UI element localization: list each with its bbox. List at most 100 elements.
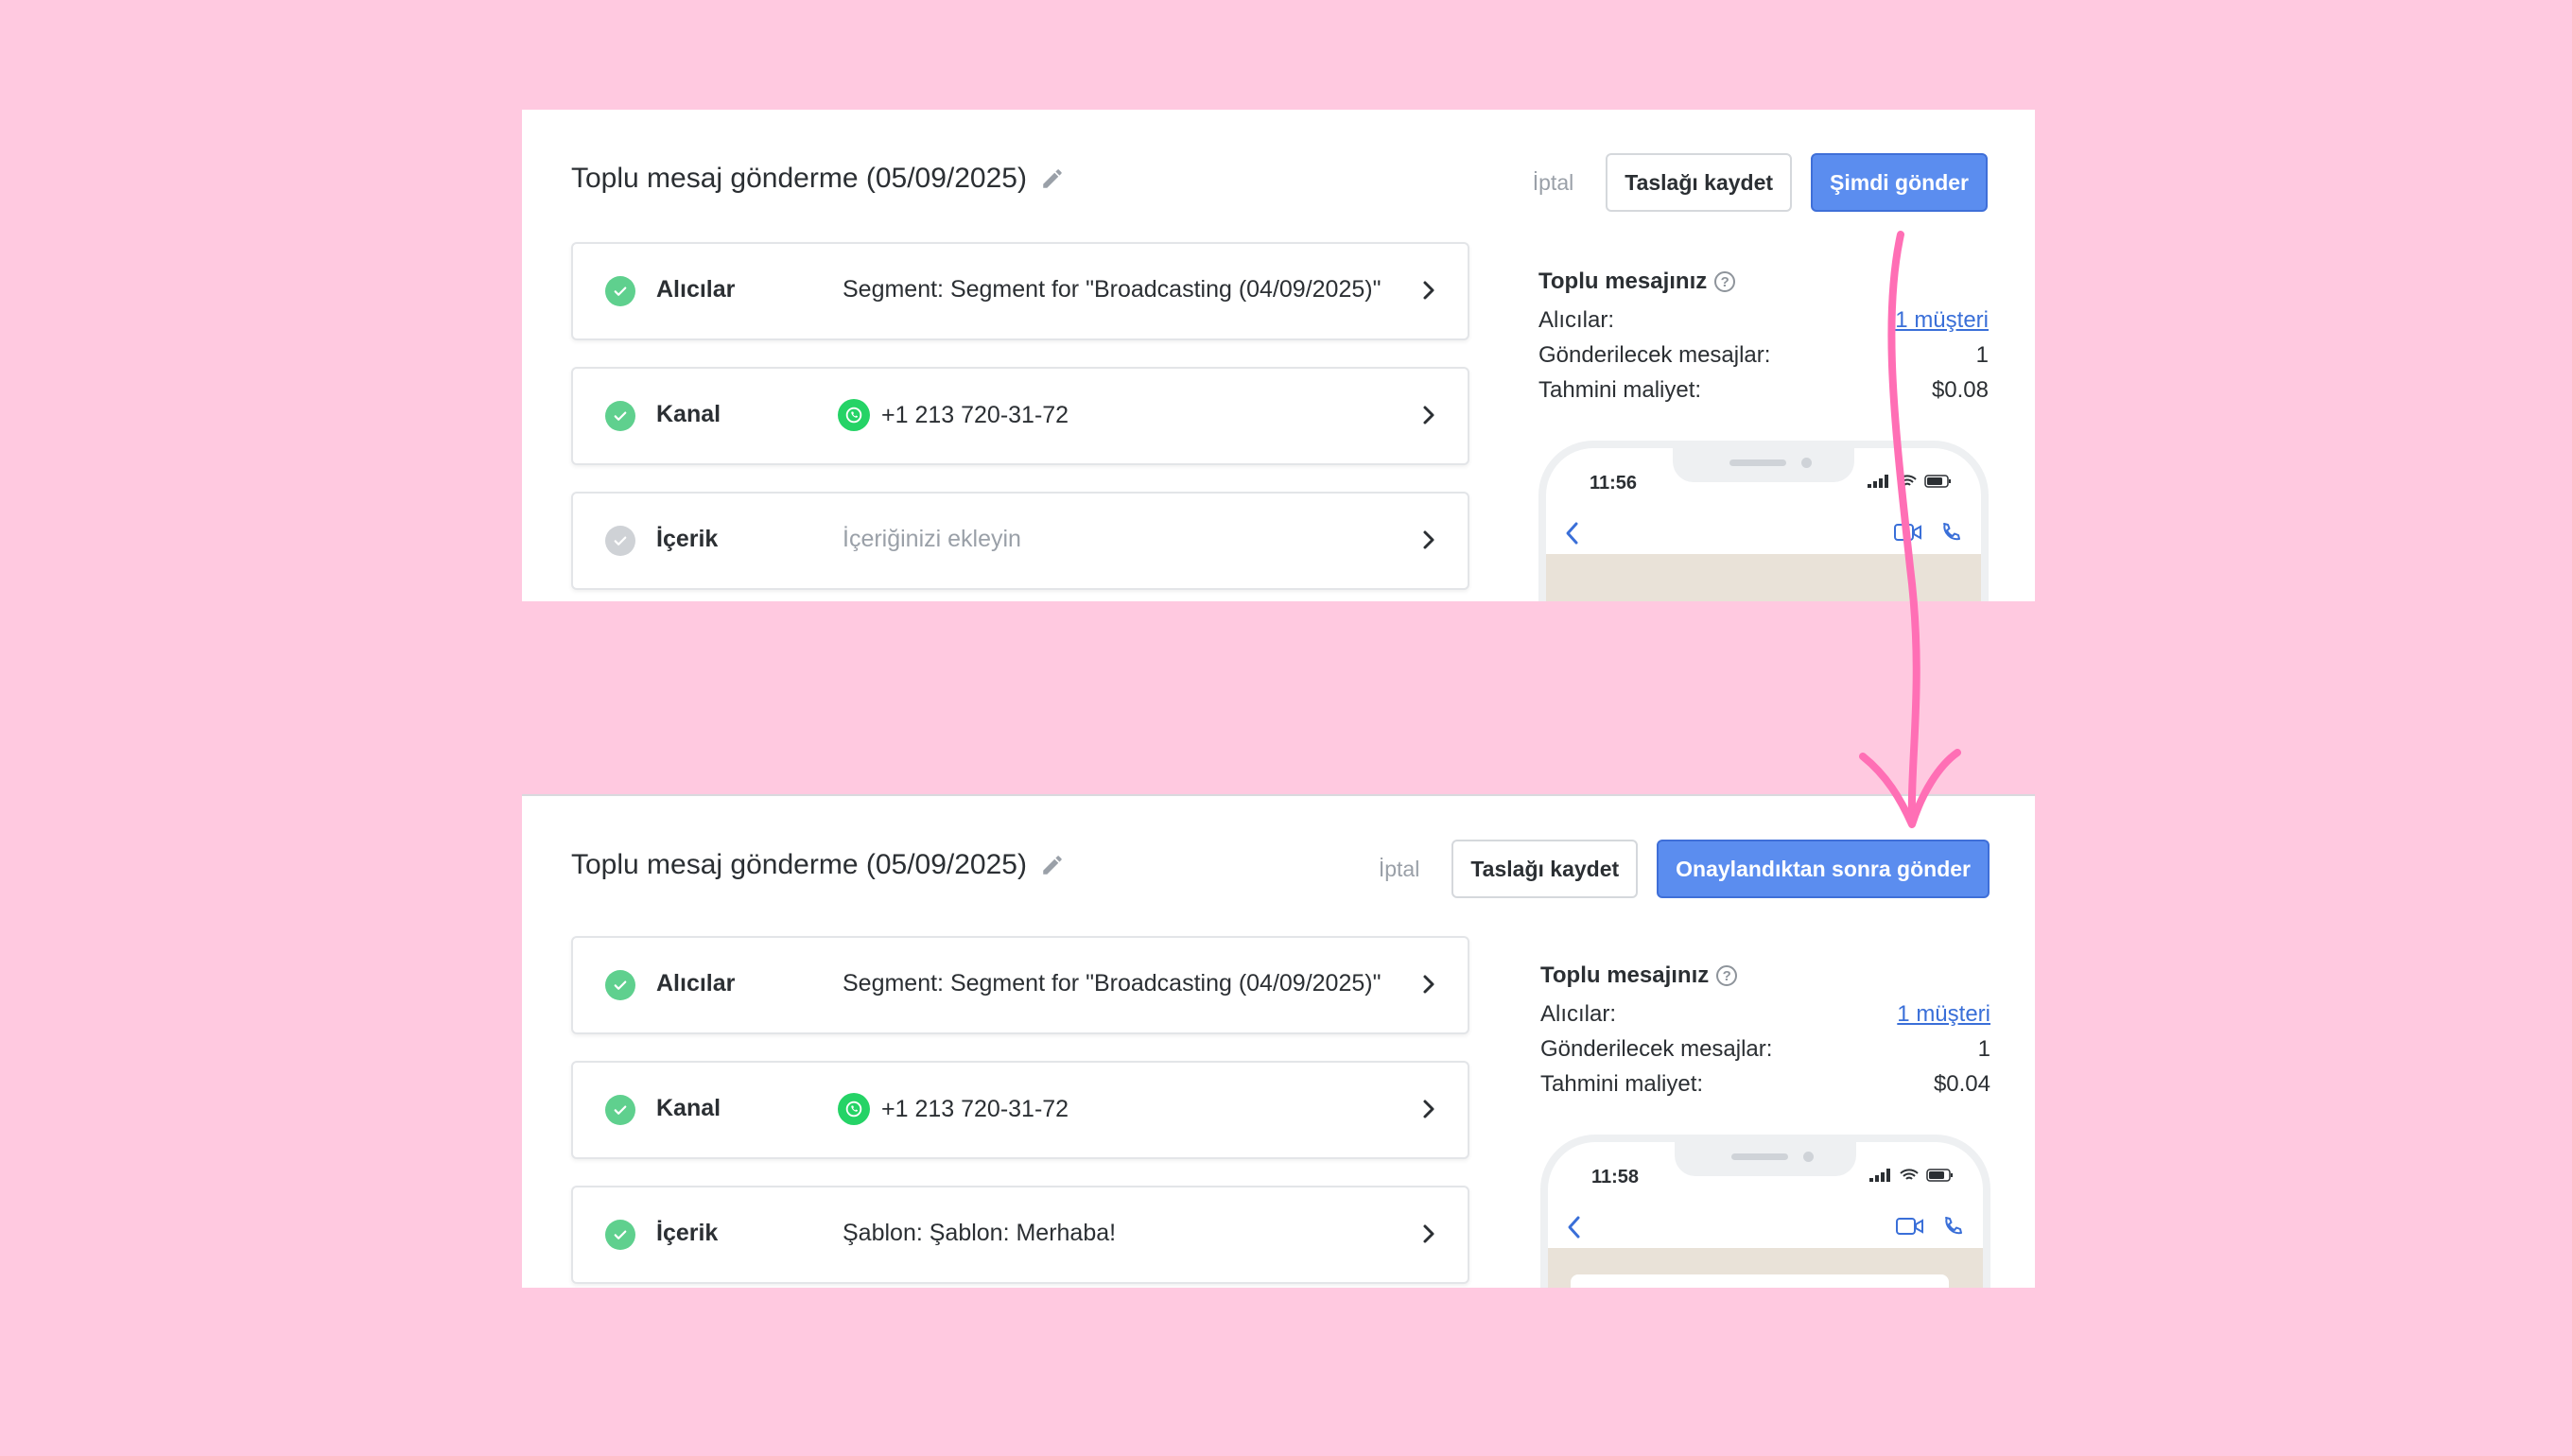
phone-time: 11:58 — [1591, 1167, 1640, 1187]
page-title-text: Toplu mesaj gönderme (05/09/2025) — [571, 849, 1027, 880]
summary-row-cost: Tahmini maliyet: $0.08 — [1538, 373, 1989, 407]
step-content[interactable]: İçerik İçeriğinizi ekleyin — [571, 492, 1469, 590]
signal-icon — [1868, 475, 1888, 488]
page-title-text: Toplu mesaj gönderme (05/09/2025) — [571, 163, 1027, 194]
broadcast-summary: Toplu mesajınız ? Alıcılar: 1 müşteri Gö… — [1540, 962, 1990, 1101]
summary-label: Alıcılar: — [1540, 1001, 1617, 1027]
step-value-text: +1 213 720-31-72 — [881, 401, 1069, 428]
step-content[interactable]: İçerik Şablon: Şablon: Merhaba! — [571, 1186, 1469, 1284]
broadcast-summary: Toplu mesajınız ? Alıcılar: 1 müşteri Gö… — [1538, 269, 1989, 407]
summary-row-recipients: Alıcılar: 1 müşteri — [1540, 997, 1990, 1031]
summary-title: Toplu mesajınız ? — [1538, 269, 1989, 295]
step-channel[interactable]: Kanal +1 213 720-31-72 — [571, 1061, 1469, 1159]
header-actions: İptal Taslağı kaydet Onaylandıktan sonra… — [1365, 840, 1990, 898]
help-icon[interactable]: ? — [1716, 965, 1738, 986]
help-icon[interactable]: ? — [1714, 271, 1736, 292]
phone-status-icons — [1869, 1169, 1955, 1182]
step-channel[interactable]: Kanal +1 213 720-31-72 — [571, 367, 1469, 465]
chevron-right-icon — [1423, 406, 1434, 425]
back-icon[interactable] — [1565, 1214, 1584, 1240]
step-value: Şablon: Şablon: Merhaba! — [843, 1220, 1116, 1247]
step-value: +1 213 720-31-72 — [838, 1093, 1069, 1125]
back-icon[interactable] — [1563, 520, 1582, 546]
summary-label: Tahmini maliyet: — [1538, 377, 1702, 403]
summary-row-messages: Gönderilecek mesajlar: 1 — [1540, 1031, 1990, 1066]
step-label: Kanal — [656, 1095, 721, 1121]
save-draft-button[interactable]: Taslağı kaydet — [1451, 840, 1639, 898]
summary-title-text: Toplu mesajınız — [1540, 962, 1710, 988]
chat-background — [1546, 554, 1981, 601]
wifi-icon — [1898, 475, 1917, 486]
recipients-link[interactable]: 1 müşteri — [1895, 303, 1989, 338]
summary-label: Tahmini maliyet: — [1540, 1071, 1704, 1097]
pencil-icon[interactable] — [1040, 166, 1065, 191]
battery-icon — [1924, 475, 1951, 488]
phone-notch — [1673, 448, 1854, 482]
battery-icon — [1926, 1169, 1953, 1182]
chevron-right-icon — [1423, 1100, 1434, 1118]
step-value-text: İçeriğinizi ekleyin — [843, 526, 1021, 552]
summary-row-cost: Tahmini maliyet: $0.04 — [1540, 1066, 1990, 1101]
summary-label: Gönderilecek mesajlar: — [1538, 342, 1771, 368]
summary-row-recipients: Alıcılar: 1 müşteri — [1538, 303, 1989, 338]
send-after-approval-button[interactable]: Onaylandıktan sonra gönder — [1657, 840, 1990, 898]
phone-time: 11:56 — [1590, 473, 1638, 494]
chevron-right-icon — [1423, 530, 1434, 549]
summary-title: Toplu mesajınız ? — [1540, 962, 1990, 989]
cancel-button[interactable]: İptal — [1365, 857, 1433, 882]
check-icon — [605, 970, 635, 1000]
video-call-icon[interactable] — [1894, 522, 1922, 543]
chat-background — [1548, 1248, 1983, 1288]
phone-call-icon[interactable] — [1941, 1215, 1964, 1238]
phone-call-icon[interactable] — [1939, 521, 1962, 544]
whatsapp-icon — [838, 399, 870, 431]
phone-preview: 11:58 — [1540, 1135, 1990, 1288]
step-value-text: Segment: Segment for "Broadcasting (04/0… — [843, 276, 1382, 303]
step-value-text: +1 213 720-31-72 — [881, 1095, 1069, 1122]
send-now-button[interactable]: Şimdi gönder — [1811, 153, 1988, 212]
phone-preview: 11:56 — [1538, 441, 1989, 601]
check-icon — [605, 1095, 635, 1125]
step-recipients[interactable]: Alıcılar Segment: Segment for "Broadcast… — [571, 936, 1469, 1034]
step-label: Kanal — [656, 401, 721, 427]
step-value: Segment: Segment for "Broadcasting (04/0… — [843, 276, 1381, 303]
wifi-icon — [1900, 1169, 1919, 1180]
check-icon — [605, 401, 635, 431]
page-title: Toplu mesaj gönderme (05/09/2025) — [571, 163, 1065, 195]
page-title: Toplu mesaj gönderme (05/09/2025) — [571, 849, 1065, 881]
step-label: İçerik — [656, 1220, 719, 1246]
chevron-right-icon — [1423, 1224, 1434, 1243]
whatsapp-icon — [838, 1093, 870, 1125]
summary-label: Gönderilecek mesajlar: — [1540, 1036, 1773, 1062]
cancel-button[interactable]: İptal — [1520, 170, 1587, 196]
check-icon — [605, 526, 635, 556]
summary-title-text: Toplu mesajınız — [1538, 269, 1708, 294]
pencil-icon[interactable] — [1040, 853, 1065, 877]
step-recipients[interactable]: Alıcılar Segment: Segment for "Broadcast… — [571, 242, 1469, 340]
chevron-right-icon — [1423, 975, 1434, 994]
broadcast-panel-after: Toplu mesaj gönderme (05/09/2025) İptal … — [522, 794, 2035, 1288]
step-value: +1 213 720-31-72 — [838, 399, 1069, 431]
check-icon — [605, 1220, 635, 1250]
signal-icon — [1869, 1169, 1890, 1182]
save-draft-button[interactable]: Taslağı kaydet — [1606, 153, 1793, 212]
phone-status-icons — [1868, 475, 1953, 488]
step-value-text: Segment: Segment for "Broadcasting (04/0… — [843, 970, 1382, 997]
video-call-icon[interactable] — [1896, 1216, 1924, 1237]
summary-value: $0.04 — [1933, 1071, 1990, 1097]
summary-value: $0.08 — [1931, 377, 1989, 403]
broadcast-panel-before: Toplu mesaj gönderme (05/09/2025) İptal … — [522, 110, 2035, 601]
summary-label: Alıcılar: — [1538, 307, 1615, 333]
recipients-link[interactable]: 1 müşteri — [1897, 997, 1990, 1031]
summary-value: 1 — [1975, 342, 1989, 368]
chevron-right-icon — [1423, 281, 1434, 300]
step-label: İçerik — [656, 526, 719, 552]
step-label: Alıcılar — [656, 276, 736, 303]
message-bubble — [1571, 1274, 1949, 1288]
step-value-text: Şablon: Şablon: Merhaba! — [843, 1220, 1117, 1246]
header-actions: İptal Taslağı kaydet Şimdi gönder — [1520, 153, 1988, 212]
summary-row-messages: Gönderilecek mesajlar: 1 — [1538, 338, 1989, 373]
check-icon — [605, 276, 635, 306]
step-value: Segment: Segment for "Broadcasting (04/0… — [843, 970, 1381, 997]
step-value: İçeriğinizi ekleyin — [843, 526, 1021, 553]
